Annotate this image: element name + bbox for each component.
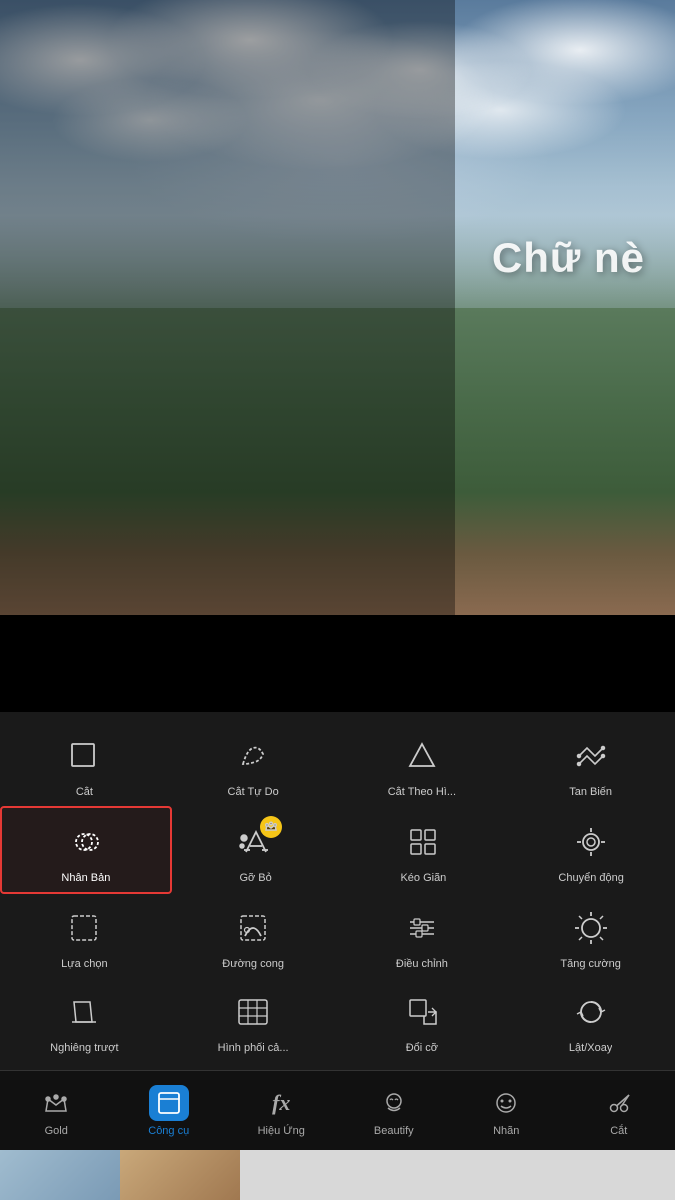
photo-canvas: Chữ nè: [0, 0, 675, 615]
nav-beautify-label: Beautify: [374, 1125, 414, 1137]
tools-grid: Cắt Cắt Tự Do Cắt Theo Hì...: [0, 712, 675, 1070]
tool-chuyen-dong-label: Chuyển động: [558, 872, 623, 884]
tool-dieu-chinh[interactable]: Điều chỉnh: [338, 894, 507, 978]
nav-nhan-label: Nhãn: [493, 1125, 519, 1137]
tool-nghieng-truot-label: Nghiêng trượt: [50, 1042, 118, 1054]
tools-row-1: Cắt Cắt Tự Do Cắt Theo Hì...: [0, 722, 675, 806]
cong-cu-nav-icon: [149, 1085, 189, 1121]
nav-hieu-ung-label: Hiệu Ứng: [258, 1125, 305, 1137]
ad-thumb-2: [120, 1150, 240, 1200]
clone-icon: [62, 818, 110, 866]
photo-text-overlay: Chữ nè: [492, 234, 645, 282]
tool-chuyen-dong[interactable]: Chuyển động: [507, 806, 675, 894]
adjust-icon: [398, 904, 446, 952]
tool-keo-gian[interactable]: Kéo Giãn: [340, 806, 508, 894]
nav-nhan[interactable]: Nhãn: [450, 1071, 563, 1150]
tool-doi-co-label: Đổi cỡ: [406, 1042, 438, 1054]
stretch-icon: [399, 818, 447, 866]
nav-cong-cu[interactable]: Công cụ: [113, 1071, 226, 1150]
tool-tang-cuong[interactable]: Tăng cường: [506, 894, 675, 978]
nav-gold[interactable]: Gold: [0, 1071, 113, 1150]
tool-nhan-ban[interactable]: Nhân Bản: [0, 806, 172, 894]
select-icon: [60, 904, 108, 952]
tool-lua-chon[interactable]: Lựa chọn: [0, 894, 169, 978]
blend-icon: [229, 988, 277, 1036]
crop-icon: [60, 732, 108, 780]
gold-nav-icon: [36, 1085, 76, 1121]
tool-nghieng-truot[interactable]: Nghiêng trượt: [0, 978, 169, 1062]
tool-tan-bien-label: Tan Biến: [569, 786, 612, 798]
enhance-icon: [567, 904, 615, 952]
shapecrop-icon: [398, 732, 446, 780]
curve-icon: [229, 904, 277, 952]
tool-go-bo-label: Gỡ Bỏ: [239, 872, 271, 884]
ad-thumb-1: [0, 1150, 120, 1200]
skew-icon: [60, 988, 108, 1036]
remove-icon: [232, 818, 280, 866]
tools-row-3: Lựa chọn Đường cong: [0, 894, 675, 978]
tool-tang-cuong-label: Tăng cường: [560, 958, 620, 970]
bottom-nav: Gold Công cụ fx Hiệu Ứng: [0, 1070, 675, 1150]
tool-keo-gian-label: Kéo Giãn: [400, 872, 446, 884]
resize-icon: [398, 988, 446, 1036]
freecut-icon: [229, 732, 277, 780]
tool-cat[interactable]: Cắt: [0, 722, 169, 806]
tool-cat-theo-hinh[interactable]: Cắt Theo Hì...: [338, 722, 507, 806]
tool-lua-chon-label: Lựa chọn: [61, 958, 108, 970]
nav-beautify[interactable]: Beautify: [338, 1071, 451, 1150]
dark-overlay: [0, 0, 455, 615]
tool-cat-tu-do[interactable]: Cắt Tự Do: [169, 722, 338, 806]
fliprotate-icon: [567, 988, 615, 1036]
dissolve-icon: [567, 732, 615, 780]
tool-lat-xoay[interactable]: Lật/Xoay: [506, 978, 675, 1062]
tool-lat-xoay-label: Lật/Xoay: [569, 1042, 612, 1054]
nav-gold-label: Gold: [45, 1125, 68, 1137]
tool-cat-tu-do-label: Cắt Tự Do: [228, 786, 279, 798]
hieu-ung-nav-icon: fx: [261, 1085, 301, 1121]
nav-cong-cu-label: Công cụ: [148, 1125, 189, 1137]
tool-dieu-chinh-label: Điều chỉnh: [396, 958, 448, 970]
tool-go-bo[interactable]: Gỡ Bỏ: [172, 806, 340, 894]
tools-row-2: Nhân Bản: [0, 806, 675, 894]
motion-icon: [567, 818, 615, 866]
bottom-panel: Cắt Cắt Tự Do Cắt Theo Hì...: [0, 712, 675, 1200]
tool-duong-cong[interactable]: Đường cong: [169, 894, 338, 978]
tool-tan-bien[interactable]: Tan Biến: [506, 722, 675, 806]
nav-hieu-ung[interactable]: fx Hiệu Ứng: [225, 1071, 338, 1150]
nhan-nav-icon: [486, 1085, 526, 1121]
tool-doi-co[interactable]: Đổi cỡ: [338, 978, 507, 1062]
ad-strip-content: [0, 1150, 675, 1200]
nav-cat-label: Cắt: [610, 1125, 627, 1137]
ad-strip: [0, 1150, 675, 1200]
tool-duong-cong-label: Đường cong: [222, 958, 284, 970]
tools-row-4: Nghiêng trượt Hình phối cả...: [0, 978, 675, 1062]
cat-nav-icon: [599, 1085, 639, 1121]
ad-rest: [240, 1150, 675, 1200]
tool-cat-theo-hinh-label: Cắt Theo Hì...: [388, 786, 456, 798]
tool-hinh-phoi-ca-label: Hình phối cả...: [218, 1042, 289, 1054]
nav-cat[interactable]: Cắt: [563, 1071, 675, 1150]
tool-hinh-phoi-ca[interactable]: Hình phối cả...: [169, 978, 338, 1062]
crown-badge: [260, 816, 282, 838]
tool-cat-label: Cắt: [76, 786, 93, 798]
tool-nhan-ban-label: Nhân Bản: [61, 872, 110, 884]
beautify-nav-icon: [374, 1085, 414, 1121]
